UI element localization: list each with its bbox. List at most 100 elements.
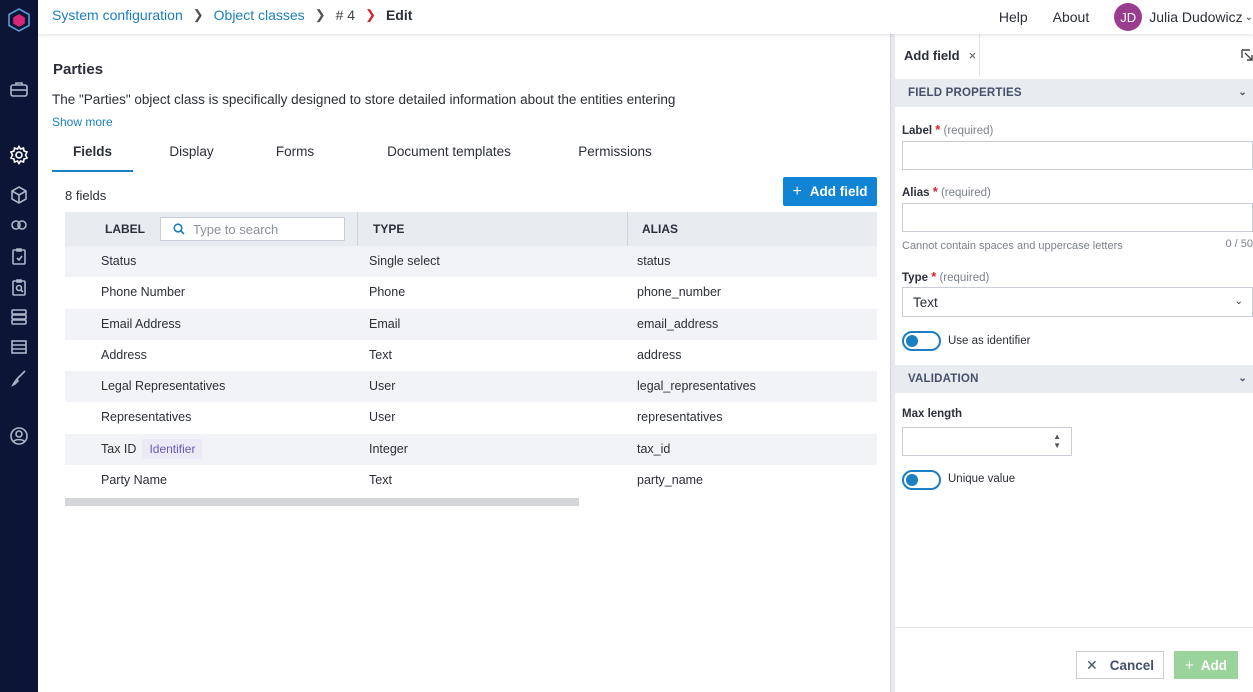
panel-footer-divider bbox=[895, 627, 1253, 628]
label-input[interactable] bbox=[902, 141, 1253, 170]
help-link[interactable]: Help bbox=[999, 9, 1028, 25]
breadcrumb-system-configuration[interactable]: System configuration bbox=[52, 7, 183, 23]
search-input-wrapper[interactable] bbox=[160, 217, 345, 241]
row-label: Address bbox=[101, 347, 147, 362]
page-title: Parties bbox=[53, 61, 104, 78]
briefcase-icon[interactable] bbox=[6, 76, 32, 102]
links-icon[interactable] bbox=[6, 212, 32, 238]
about-link[interactable]: About bbox=[1053, 9, 1090, 25]
required-hint: (required) bbox=[940, 187, 991, 199]
table-row[interactable]: Phone Number Phone phone_number bbox=[65, 277, 877, 308]
logo-cube-icon[interactable] bbox=[6, 7, 32, 33]
column-header-type[interactable]: TYPE bbox=[373, 212, 404, 246]
required-hint: (required) bbox=[939, 272, 990, 284]
required-mark: * bbox=[935, 122, 941, 137]
search-input[interactable] bbox=[193, 221, 333, 237]
row-alias: party_name bbox=[637, 473, 704, 488]
fields-table: LABEL TYPE ALIAS Status Single select st… bbox=[65, 212, 877, 496]
table-row[interactable]: Tax ID Identifier Integer tax_id bbox=[65, 433, 877, 466]
table-row[interactable]: Email Address Email email_address bbox=[65, 308, 877, 340]
row-type: Email bbox=[369, 316, 401, 331]
table-row[interactable]: Representatives User representatives bbox=[65, 402, 877, 433]
chevron-down-icon: ⌄ bbox=[1234, 296, 1243, 307]
table-row[interactable]: Party Name Text party_name bbox=[65, 465, 877, 496]
breadcrumb: System configuration ❯ Object classes ❯ … bbox=[52, 7, 412, 23]
horizontal-scrollbar[interactable] bbox=[65, 498, 579, 506]
row-label: Tax ID bbox=[101, 441, 137, 456]
tab-fields[interactable]: Fields bbox=[52, 142, 133, 172]
user-name[interactable]: Julia Dudowicz bbox=[1149, 9, 1242, 25]
required-hint: (required) bbox=[943, 125, 994, 137]
tab-add-field[interactable]: Add field × bbox=[895, 34, 980, 76]
row-type: Text bbox=[369, 473, 392, 488]
field-properties-section-header[interactable]: FIELD PROPERTIES ⌄ bbox=[895, 79, 1253, 107]
add-label: Add bbox=[1200, 657, 1227, 673]
row-alias: phone_number bbox=[637, 285, 722, 300]
tab-document-templates[interactable]: Document templates bbox=[374, 142, 524, 172]
row-label: Status bbox=[101, 254, 137, 268]
row-type: Integer bbox=[369, 441, 408, 456]
alias-help-text: Cannot contain spaces and uppercase lett… bbox=[902, 240, 1123, 252]
object-description: The "Parties" object class is specifical… bbox=[52, 92, 676, 107]
row-type: User bbox=[369, 410, 396, 425]
column-header-alias[interactable]: ALIAS bbox=[642, 212, 678, 246]
left-nav-rail bbox=[0, 0, 38, 692]
validation-section-header[interactable]: VALIDATION ⌄ bbox=[895, 365, 1253, 393]
row-type: Phone bbox=[369, 285, 406, 300]
row-type: Text bbox=[369, 347, 392, 362]
table-row[interactable]: Status Single select status bbox=[65, 246, 877, 278]
row-label: Phone Number bbox=[101, 285, 186, 300]
add-button[interactable]: + Add bbox=[1174, 651, 1238, 679]
clipboard-search-icon[interactable] bbox=[6, 274, 32, 300]
tab-forms[interactable]: Forms bbox=[270, 142, 320, 172]
brush-icon[interactable] bbox=[6, 365, 32, 391]
cancel-button[interactable]: ✕ Cancel bbox=[1076, 651, 1164, 679]
close-icon: ✕ bbox=[1085, 656, 1098, 673]
gear-icon[interactable] bbox=[6, 142, 32, 168]
chevron-down-icon[interactable]: ⌄ bbox=[1245, 12, 1253, 23]
type-select[interactable]: Text ⌄ bbox=[902, 287, 1253, 317]
plus-icon: + bbox=[1184, 656, 1194, 674]
chevron-right-icon: ❯ bbox=[314, 7, 326, 22]
add-field-button[interactable]: + Add field bbox=[783, 177, 877, 206]
row-alias: representatives bbox=[637, 410, 723, 425]
table-row[interactable]: Legal Representatives User legal_represe… bbox=[65, 371, 877, 403]
plus-icon: + bbox=[792, 182, 802, 200]
cube-icon[interactable] bbox=[6, 182, 32, 208]
tabs: Fields Display Forms Document templates … bbox=[52, 142, 877, 172]
show-more-link[interactable]: Show more bbox=[52, 115, 113, 129]
table-icon[interactable] bbox=[6, 334, 32, 360]
tab-permissions[interactable]: Permissions bbox=[565, 142, 665, 172]
table-row[interactable]: Address Text address bbox=[65, 340, 877, 371]
row-alias: address bbox=[637, 347, 682, 362]
stepper-arrows-icon[interactable]: ▲ ▼ bbox=[1053, 432, 1061, 450]
user-circle-icon[interactable] bbox=[6, 423, 32, 449]
row-label: Legal Representatives bbox=[101, 379, 226, 394]
max-length-stepper[interactable]: ▲ ▼ bbox=[902, 427, 1072, 456]
alias-input[interactable] bbox=[902, 203, 1253, 232]
tab-display[interactable]: Display bbox=[164, 142, 219, 172]
use-as-identifier-toggle[interactable] bbox=[902, 331, 941, 351]
chevron-right-icon: ❯ bbox=[365, 7, 376, 22]
row-label: Party Name bbox=[101, 473, 167, 488]
column-header-label[interactable]: LABEL bbox=[105, 212, 145, 246]
breadcrumb-object-number[interactable]: # 4 bbox=[336, 7, 355, 23]
expand-icon[interactable] bbox=[1241, 49, 1253, 61]
row-label-wrapper: Tax ID Identifier bbox=[101, 434, 203, 465]
alias-field-label: Alias * (required) bbox=[902, 184, 991, 199]
unique-value-label: Unique value bbox=[948, 473, 1016, 485]
close-icon[interactable]: × bbox=[969, 48, 977, 63]
field-properties-title: FIELD PROPERTIES bbox=[908, 87, 1022, 99]
add-field-panel: Add field × FIELD PROPERTIES ⌄ Label * (… bbox=[895, 34, 1253, 692]
layers-icon[interactable] bbox=[6, 304, 32, 330]
validation-title: VALIDATION bbox=[908, 373, 979, 385]
identifier-badge: Identifier bbox=[142, 438, 203, 459]
clipboard-icon[interactable] bbox=[6, 243, 32, 269]
unique-value-toggle[interactable] bbox=[902, 470, 941, 490]
chevron-right-icon: ❯ bbox=[192, 7, 204, 22]
table-header: LABEL TYPE ALIAS bbox=[65, 212, 877, 246]
avatar[interactable]: JD bbox=[1114, 3, 1143, 31]
required-mark: * bbox=[932, 184, 938, 199]
breadcrumb-object-classes[interactable]: Object classes bbox=[214, 7, 305, 23]
breadcrumb-current: Edit bbox=[385, 7, 413, 23]
